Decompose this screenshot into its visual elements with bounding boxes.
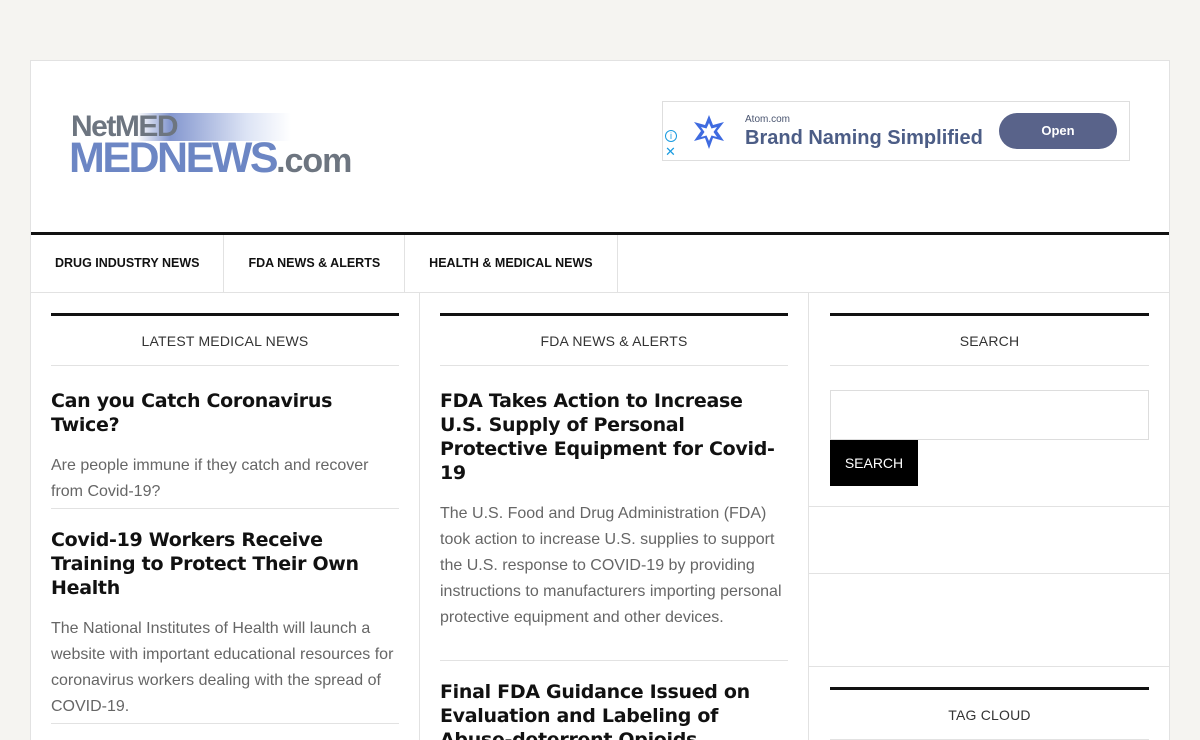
post-headline[interactable]: FDA Takes Action to Increase U.S. Supply… <box>440 389 788 485</box>
search-input[interactable] <box>830 390 1149 440</box>
latest-news-title: LATEST MEDICAL NEWS <box>51 313 399 366</box>
sidebar: SEARCH SEARCH TAG CLOUD <box>809 293 1169 740</box>
ad-headline[interactable]: Brand Naming Simplified <box>745 127 983 150</box>
atom-brand-icon <box>694 115 724 149</box>
ad-close-icon[interactable]: ✕ <box>665 145 676 158</box>
fda-post-2: Final FDA Guidance Issued on Evaluation … <box>440 680 788 740</box>
sidebar-divider <box>809 573 1169 574</box>
site-header: NetMED MEDNEWS.com i ✕ Atom.com Brand Na… <box>31 61 1169 232</box>
search-button[interactable]: SEARCH <box>830 440 918 486</box>
post-headline[interactable]: Final FDA Guidance Issued on Evaluation … <box>440 680 788 740</box>
post-excerpt: Are people immune if they catch and reco… <box>51 457 369 500</box>
fda-post-1: FDA Takes Action to Increase U.S. Supply… <box>440 389 788 631</box>
sidebar-divider <box>809 506 1169 507</box>
post-divider <box>51 508 399 509</box>
ad-banner[interactable]: i ✕ Atom.com Brand Naming Simplified Ope… <box>662 101 1130 161</box>
post-headline[interactable]: Covid-19 Workers Receive Training to Pro… <box>51 528 399 600</box>
post-excerpt: The U.S. Food and Drug Administration (F… <box>440 505 782 626</box>
post-divider <box>51 723 399 724</box>
logo-main: MEDNEWS <box>69 134 279 182</box>
sidebar-divider <box>809 666 1169 667</box>
nav-item-fda-news-alerts[interactable]: FDA NEWS & ALERTS <box>224 235 406 292</box>
nav-item-drug-industry-news[interactable]: DRUG INDUSTRY NEWS <box>31 235 225 292</box>
post-divider <box>440 660 788 661</box>
logo-main-text: MEDNEWS.com <box>69 134 352 184</box>
latest-news-column: LATEST MEDICAL NEWS Can you Catch Corona… <box>31 293 420 740</box>
site-container: NetMED MEDNEWS.com i ✕ Atom.com Brand Na… <box>30 60 1170 740</box>
ad-source: Atom.com <box>745 114 791 125</box>
search-widget-title: SEARCH <box>830 313 1149 366</box>
ad-open-button[interactable]: Open <box>999 113 1117 149</box>
fda-news-title: FDA NEWS & ALERTS <box>440 313 788 366</box>
fda-news-column: FDA NEWS & ALERTS FDA Takes Action to In… <box>420 293 809 740</box>
tag-cloud-title: TAG CLOUD <box>830 687 1149 740</box>
post-excerpt: The National Institutes of Health will l… <box>51 620 394 715</box>
primary-nav: DRUG INDUSTRY NEWS FDA NEWS & ALERTS HEA… <box>31 232 1169 293</box>
ad-info-icon[interactable]: i <box>665 130 677 142</box>
post-headline[interactable]: Can you Catch Coronavirus Twice? <box>51 389 399 437</box>
nav-item-health-medical-news[interactable]: HEALTH & MEDICAL NEWS <box>405 235 618 292</box>
latest-post-1: Can you Catch Coronavirus Twice? Are peo… <box>51 389 399 505</box>
site-logo[interactable]: NetMED MEDNEWS.com <box>69 110 352 183</box>
latest-post-2: Covid-19 Workers Receive Training to Pro… <box>51 528 399 720</box>
logo-suffix: .com <box>276 142 352 180</box>
